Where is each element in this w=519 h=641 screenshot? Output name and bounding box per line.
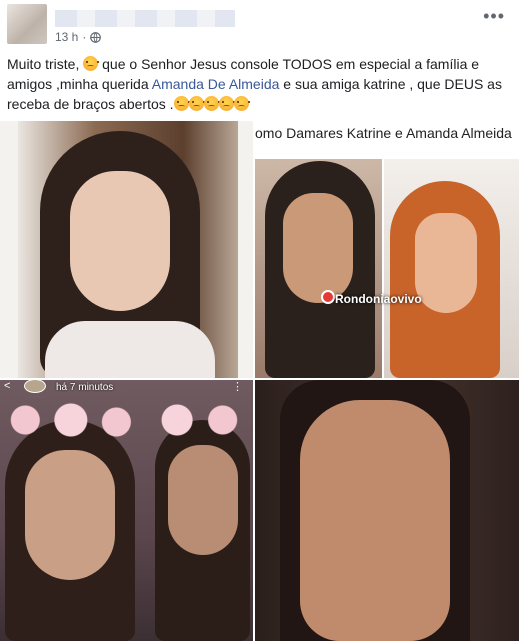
rondoniaovivo-logo-icon bbox=[321, 290, 335, 304]
pensive-face-emoji bbox=[83, 56, 100, 71]
photo-3-time: há 7 minutos bbox=[56, 382, 114, 393]
photo-2-caption-strip: omo Damares Katrine e Amanda Almeida bbox=[255, 121, 519, 159]
mention-link[interactable]: Amanda De Almeida bbox=[152, 76, 280, 92]
post-text-part1: Muito triste, bbox=[7, 56, 84, 72]
globe-icon[interactable] bbox=[90, 31, 102, 43]
more-options-icon[interactable]: ••• bbox=[483, 6, 505, 27]
pensive-face-emoji bbox=[203, 96, 220, 111]
pensive-face-emoji bbox=[188, 96, 205, 111]
photo-4[interactable] bbox=[255, 380, 519, 641]
post-header: 13 h · ••• bbox=[0, 0, 519, 50]
post-text: Muito triste, que o Senhor Jesus console… bbox=[7, 54, 512, 114]
pensive-face-emoji bbox=[233, 96, 250, 111]
author-name-blurred[interactable] bbox=[55, 10, 235, 27]
author-avatar[interactable] bbox=[7, 4, 47, 44]
pensive-face-emoji bbox=[173, 96, 190, 111]
post-timestamp[interactable]: 13 h bbox=[55, 30, 78, 44]
photo-3[interactable]: < há 7 minutos ⋮ bbox=[0, 380, 253, 641]
facebook-post: 13 h · ••• Muito triste, que o Senhor Je… bbox=[0, 0, 519, 641]
photo-2[interactable]: omo Damares Katrine e Amanda Almeida Ron… bbox=[255, 121, 519, 378]
pensive-face-emoji bbox=[218, 96, 235, 111]
photo-1[interactable] bbox=[0, 121, 253, 378]
meta-separator: · bbox=[82, 30, 87, 44]
photo-2-logo-text: Rondoniaovivo bbox=[335, 292, 422, 306]
post-meta: 13 h · bbox=[55, 30, 102, 44]
photo-3-back-icon: < bbox=[4, 380, 11, 392]
photo-3-more-icon: ⋮ bbox=[232, 381, 243, 393]
photo-2-caption: omo Damares Katrine e Amanda Almeida bbox=[255, 125, 512, 141]
